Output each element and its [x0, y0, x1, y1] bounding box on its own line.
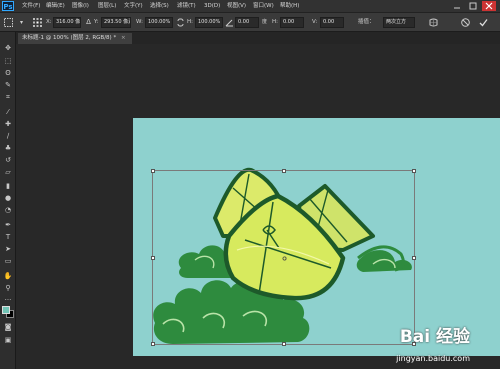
close-tab-icon[interactable]: ×	[121, 35, 126, 41]
menu-filter[interactable]: 滤镜(T)	[177, 0, 196, 12]
minimize-icon[interactable]	[452, 1, 462, 11]
reference-point-icon[interactable]	[32, 17, 43, 28]
lasso-tool-icon[interactable]: ʘ	[3, 69, 13, 78]
menu-layer[interactable]: 图层(L)	[98, 0, 116, 12]
history-brush-tool-icon[interactable]: ↺	[3, 156, 13, 165]
menu-view[interactable]: 视图(V)	[227, 0, 246, 12]
cancel-transform-icon[interactable]	[460, 17, 471, 28]
rotate-angle-field[interactable]: 0.00	[235, 17, 259, 28]
baidu-jingyan-watermark-logo: Bai 经验	[399, 327, 470, 347]
dropdown-arrow-icon[interactable]: ▾	[16, 17, 27, 28]
y-label: Y:	[94, 19, 99, 25]
baidu-jingyan-watermark-url: jingyan.baidu.com	[396, 354, 470, 363]
menu-bar: Ps 文件(F) 编辑(E) 图像(I) 图层(L) 文字(Y) 选择(S) 滤…	[0, 0, 500, 12]
foreground-color-swatch[interactable]	[2, 306, 10, 314]
degree-unit: 度	[262, 19, 268, 25]
vskew-label: V:	[312, 19, 318, 25]
link-icon[interactable]	[175, 17, 186, 28]
delta-icon[interactable]: Δ	[83, 17, 94, 28]
spot-healing-tool-icon[interactable]: ✚	[3, 120, 13, 129]
transform-center-point[interactable]	[282, 256, 287, 261]
interpolation-select[interactable]: 两次立方	[383, 17, 415, 28]
menu-file[interactable]: 文件(F)	[22, 0, 40, 12]
document-tab-label: 未标题-1 @ 100% (图层 2, RGB/8) *	[22, 35, 117, 41]
menu-edit[interactable]: 编辑(E)	[46, 0, 65, 12]
maximize-icon[interactable]	[468, 1, 478, 11]
move-tool-preset-icon[interactable]	[3, 17, 14, 28]
zoom-tool-icon[interactable]: ⚲	[3, 284, 13, 293]
menu-type[interactable]: 文字(Y)	[124, 0, 143, 12]
menu-help[interactable]: 帮助(H)	[280, 0, 299, 12]
quick-select-tool-icon[interactable]: ✎	[3, 81, 13, 90]
tools-panel: ✥ ⬚ ʘ ✎ ⌗ ⁄ ✚ ∕ ♣ ↺ ▱ ▮ ● ◔ ✒ T ➤ ▭ ✋ ⚲ …	[0, 32, 16, 369]
rectangle-tool-icon[interactable]: ▭	[3, 257, 13, 266]
transform-handle-right[interactable]	[412, 256, 416, 260]
transform-handle-top[interactable]	[282, 169, 286, 173]
transform-handle-bottom[interactable]	[282, 342, 286, 346]
transform-handle-left[interactable]	[151, 256, 155, 260]
x-label: X:	[46, 19, 52, 25]
transform-handle-top-left[interactable]	[151, 169, 155, 173]
screen-mode-icon[interactable]: ▣	[3, 336, 13, 345]
rotate-angle-icon	[224, 17, 235, 28]
options-bar: ▾ X: 316.00 像素 Δ Y: 293.50 像素 W: 100.00%…	[0, 12, 500, 32]
clone-stamp-tool-icon[interactable]: ♣	[3, 144, 13, 153]
eraser-tool-icon[interactable]: ▱	[3, 168, 13, 177]
y-position-field[interactable]: 293.50 像素	[101, 17, 131, 28]
width-field[interactable]: 100.00%	[145, 17, 173, 28]
dodge-tool-icon[interactable]: ◔	[3, 206, 13, 215]
brush-tool-icon[interactable]: ∕	[3, 132, 13, 141]
gradient-tool-icon[interactable]: ▮	[3, 182, 13, 191]
w-label: W:	[136, 19, 143, 25]
height-field[interactable]: 100.00%	[195, 17, 223, 28]
transform-handle-bottom-left[interactable]	[151, 342, 155, 346]
menu-select[interactable]: 选择(S)	[150, 0, 169, 12]
edit-toolbar-icon[interactable]: ···	[3, 296, 13, 305]
menu-window[interactable]: 窗口(W)	[253, 0, 274, 12]
transform-handle-top-right[interactable]	[412, 169, 416, 173]
pen-tool-icon[interactable]: ✒	[3, 221, 13, 230]
path-selection-tool-icon[interactable]: ➤	[3, 245, 13, 254]
hskew-label: H:	[272, 19, 278, 25]
vertical-skew-field[interactable]: 0.00	[320, 17, 344, 28]
warp-mode-icon[interactable]	[428, 17, 439, 28]
move-tool-icon[interactable]: ✥	[3, 44, 13, 53]
quick-mask-icon[interactable]: ◙	[3, 323, 13, 332]
menu-3d[interactable]: 3D(D)	[204, 0, 220, 12]
close-icon[interactable]	[482, 1, 496, 11]
document-tab[interactable]: 未标题-1 @ 100% (图层 2, RGB/8) * ×	[18, 33, 132, 44]
transform-bounding-box[interactable]	[151, 169, 416, 346]
marquee-tool-icon[interactable]: ⬚	[3, 57, 13, 66]
interpolation-label: 插值：	[358, 19, 375, 25]
blur-tool-icon[interactable]: ●	[3, 194, 13, 203]
horizontal-skew-field[interactable]: 0.00	[280, 17, 304, 28]
hand-tool-icon[interactable]: ✋	[3, 272, 13, 281]
document-tab-bar: 未标题-1 @ 100% (图层 2, RGB/8) * ×	[16, 32, 500, 44]
crop-tool-icon[interactable]: ⌗	[3, 93, 13, 102]
commit-transform-icon[interactable]	[478, 17, 489, 28]
type-tool-icon[interactable]: T	[3, 233, 13, 242]
x-position-field[interactable]: 316.00 像素	[53, 17, 81, 28]
h-label: H:	[187, 19, 193, 25]
photoshop-logo: Ps	[2, 1, 14, 11]
eyedropper-tool-icon[interactable]: ⁄	[3, 108, 13, 117]
menu-image[interactable]: 图像(I)	[72, 0, 89, 12]
